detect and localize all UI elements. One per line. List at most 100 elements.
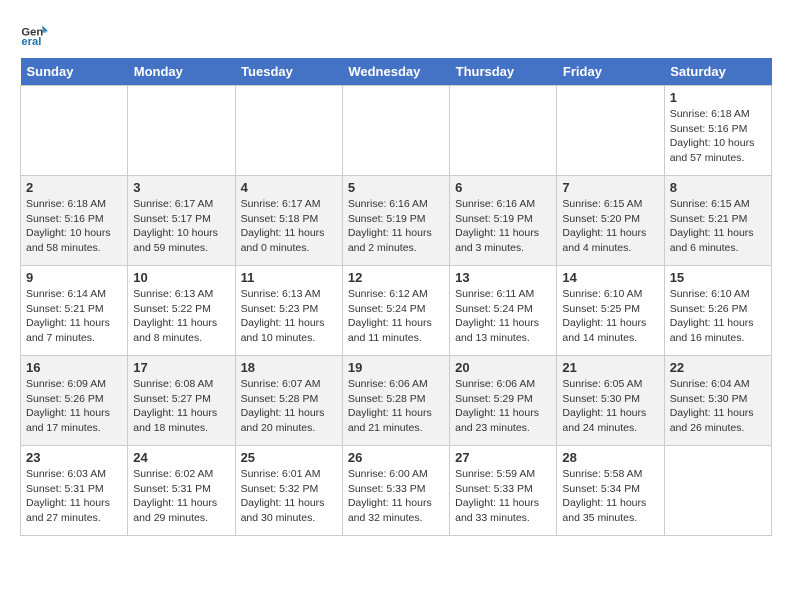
header-row: SundayMondayTuesdayWednesdayThursdayFrid… (21, 58, 772, 86)
day-number: 12 (348, 270, 444, 285)
day-number: 4 (241, 180, 337, 195)
day-number: 25 (241, 450, 337, 465)
day-info: Sunrise: 6:15 AM Sunset: 5:20 PM Dayligh… (562, 197, 658, 256)
header: Gen eral (20, 20, 772, 48)
header-saturday: Saturday (664, 58, 771, 86)
day-info: Sunrise: 6:06 AM Sunset: 5:28 PM Dayligh… (348, 377, 444, 436)
week-row-1: 2Sunrise: 6:18 AM Sunset: 5:16 PM Daylig… (21, 176, 772, 266)
logo-icon: Gen eral (20, 20, 48, 48)
day-info: Sunrise: 6:11 AM Sunset: 5:24 PM Dayligh… (455, 287, 551, 346)
day-info: Sunrise: 6:12 AM Sunset: 5:24 PM Dayligh… (348, 287, 444, 346)
calendar-cell: 1 Sunrise: 6:18 AM Sunset: 5:16 PM Daylig… (664, 86, 771, 176)
header-thursday: Thursday (450, 58, 557, 86)
svg-text:eral: eral (21, 36, 41, 48)
day-info: Sunrise: 6:13 AM Sunset: 5:22 PM Dayligh… (133, 287, 229, 346)
day-info: Sunrise: 6:06 AM Sunset: 5:29 PM Dayligh… (455, 377, 551, 436)
calendar-cell: 13 Sunrise: 6:11 AM Sunset: 5:24 PM Dayli… (450, 266, 557, 356)
day-number: 27 (455, 450, 551, 465)
calendar-cell: 27 Sunrise: 5:59 AM Sunset: 5:33 PM Dayli… (450, 446, 557, 536)
calendar-cell: 7 Sunrise: 6:15 AM Sunset: 5:20 PM Daylig… (557, 176, 664, 266)
day-info: Sunrise: 6:02 AM Sunset: 5:31 PM Dayligh… (133, 467, 229, 526)
day-info: Sunrise: 6:15 AM Sunset: 5:21 PM Dayligh… (670, 197, 766, 256)
day-info: Sunrise: 6:10 AM Sunset: 5:26 PM Dayligh… (670, 287, 766, 346)
day-number: 7 (562, 180, 658, 195)
day-info: Sunrise: 6:17 AM Sunset: 5:17 PM Dayligh… (133, 197, 229, 256)
day-info: Sunrise: 5:58 AM Sunset: 5:34 PM Dayligh… (562, 467, 658, 526)
day-info: Sunrise: 6:04 AM Sunset: 5:30 PM Dayligh… (670, 377, 766, 436)
calendar-cell: 25 Sunrise: 6:01 AM Sunset: 5:32 PM Dayli… (235, 446, 342, 536)
week-row-2: 9 Sunrise: 6:14 AM Sunset: 5:21 PM Daylig… (21, 266, 772, 356)
calendar-cell: 23 Sunrise: 6:03 AM Sunset: 5:31 PM Dayli… (21, 446, 128, 536)
day-info: Sunrise: 6:10 AM Sunset: 5:25 PM Dayligh… (562, 287, 658, 346)
day-number: 16 (26, 360, 122, 375)
calendar-cell: 15 Sunrise: 6:10 AM Sunset: 5:26 PM Dayli… (664, 266, 771, 356)
calendar-cell: 4 Sunrise: 6:17 AM Sunset: 5:18 PM Daylig… (235, 176, 342, 266)
calendar-cell: 18 Sunrise: 6:07 AM Sunset: 5:28 PM Dayli… (235, 356, 342, 446)
header-friday: Friday (557, 58, 664, 86)
day-info: Sunrise: 6:17 AM Sunset: 5:18 PM Dayligh… (241, 197, 337, 256)
day-number: 8 (670, 180, 766, 195)
day-number: 1 (670, 90, 766, 105)
day-number: 2 (26, 180, 122, 195)
day-info: Sunrise: 6:13 AM Sunset: 5:23 PM Dayligh… (241, 287, 337, 346)
day-number: 6 (455, 180, 551, 195)
calendar-cell: 5 Sunrise: 6:16 AM Sunset: 5:19 PM Daylig… (342, 176, 449, 266)
calendar-cell (342, 86, 449, 176)
day-info: Sunrise: 6:14 AM Sunset: 5:21 PM Dayligh… (26, 287, 122, 346)
calendar-cell: 12 Sunrise: 6:12 AM Sunset: 5:24 PM Dayli… (342, 266, 449, 356)
day-info: Sunrise: 6:16 AM Sunset: 5:19 PM Dayligh… (348, 197, 444, 256)
calendar-cell: 26Sunrise: 6:00 AM Sunset: 5:33 PM Dayli… (342, 446, 449, 536)
day-number: 11 (241, 270, 337, 285)
day-number: 9 (26, 270, 122, 285)
calendar-cell (21, 86, 128, 176)
day-number: 23 (26, 450, 122, 465)
day-info: Sunrise: 5:59 AM Sunset: 5:33 PM Dayligh… (455, 467, 551, 526)
day-number: 28 (562, 450, 658, 465)
header-wednesday: Wednesday (342, 58, 449, 86)
day-info: Sunrise: 6:09 AM Sunset: 5:26 PM Dayligh… (26, 377, 122, 436)
day-info: Sunrise: 6:16 AM Sunset: 5:19 PM Dayligh… (455, 197, 551, 256)
calendar-cell: 16 Sunrise: 6:09 AM Sunset: 5:26 PM Dayli… (21, 356, 128, 446)
calendar-cell (664, 446, 771, 536)
day-number: 24 (133, 450, 229, 465)
calendar-table: SundayMondayTuesdayWednesdayThursdayFrid… (20, 58, 772, 536)
logo: Gen eral (20, 20, 52, 48)
day-number: 15 (670, 270, 766, 285)
calendar-cell: 28 Sunrise: 5:58 AM Sunset: 5:34 PM Dayli… (557, 446, 664, 536)
calendar-cell: 3 Sunrise: 6:17 AM Sunset: 5:17 PM Daylig… (128, 176, 235, 266)
day-number: 5 (348, 180, 444, 195)
day-number: 22 (670, 360, 766, 375)
calendar-cell: 9 Sunrise: 6:14 AM Sunset: 5:21 PM Daylig… (21, 266, 128, 356)
calendar-cell: 6 Sunrise: 6:16 AM Sunset: 5:19 PM Daylig… (450, 176, 557, 266)
calendar-cell: 22 Sunrise: 6:04 AM Sunset: 5:30 PM Dayli… (664, 356, 771, 446)
header-sunday: Sunday (21, 58, 128, 86)
week-row-4: 23 Sunrise: 6:03 AM Sunset: 5:31 PM Dayli… (21, 446, 772, 536)
day-info: Sunrise: 6:18 AM Sunset: 5:16 PM Dayligh… (670, 107, 766, 166)
day-info: Sunrise: 6:07 AM Sunset: 5:28 PM Dayligh… (241, 377, 337, 436)
day-info: Sunrise: 6:03 AM Sunset: 5:31 PM Dayligh… (26, 467, 122, 526)
header-monday: Monday (128, 58, 235, 86)
calendar-cell: 24 Sunrise: 6:02 AM Sunset: 5:31 PM Dayli… (128, 446, 235, 536)
calendar-cell: 20 Sunrise: 6:06 AM Sunset: 5:29 PM Dayli… (450, 356, 557, 446)
day-number: 19 (348, 360, 444, 375)
day-number: 13 (455, 270, 551, 285)
day-info: Sunrise: 6:01 AM Sunset: 5:32 PM Dayligh… (241, 467, 337, 526)
day-number: 17 (133, 360, 229, 375)
calendar-cell: 19 Sunrise: 6:06 AM Sunset: 5:28 PM Dayli… (342, 356, 449, 446)
calendar-cell: 11 Sunrise: 6:13 AM Sunset: 5:23 PM Dayli… (235, 266, 342, 356)
day-info: Sunrise: 6:05 AM Sunset: 5:30 PM Dayligh… (562, 377, 658, 436)
day-number: 14 (562, 270, 658, 285)
day-number: 20 (455, 360, 551, 375)
calendar-cell (557, 86, 664, 176)
calendar-cell: 21 Sunrise: 6:05 AM Sunset: 5:30 PM Dayli… (557, 356, 664, 446)
day-info: Sunrise: 6:08 AM Sunset: 5:27 PM Dayligh… (133, 377, 229, 436)
day-number: 3 (133, 180, 229, 195)
calendar-cell (235, 86, 342, 176)
calendar-cell: 2Sunrise: 6:18 AM Sunset: 5:16 PM Daylig… (21, 176, 128, 266)
week-row-3: 16 Sunrise: 6:09 AM Sunset: 5:26 PM Dayli… (21, 356, 772, 446)
day-number: 21 (562, 360, 658, 375)
calendar-cell: 8 Sunrise: 6:15 AM Sunset: 5:21 PM Daylig… (664, 176, 771, 266)
day-number: 18 (241, 360, 337, 375)
day-number: 26 (348, 450, 444, 465)
calendar-cell: 17 Sunrise: 6:08 AM Sunset: 5:27 PM Dayli… (128, 356, 235, 446)
